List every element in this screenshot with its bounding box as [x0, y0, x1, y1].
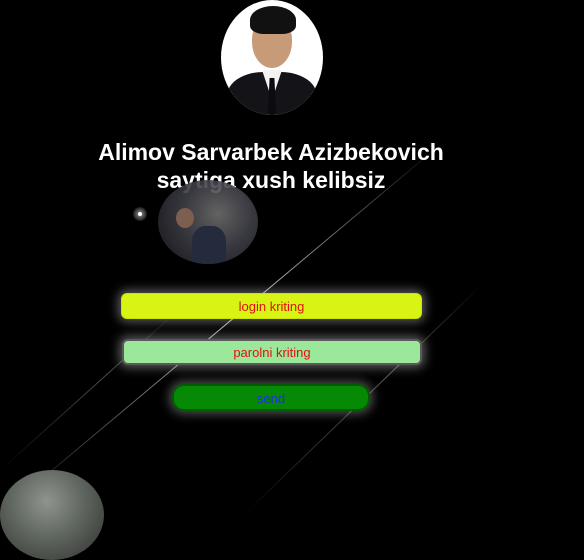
- title-line-name: Alimov Sarvarbek Azizbekovich: [98, 139, 444, 165]
- floating-photo-bubble: [0, 470, 104, 560]
- profile-photo: [221, 0, 323, 115]
- send-button[interactable]: send: [172, 384, 370, 411]
- glow-dot: [133, 207, 147, 221]
- login-input[interactable]: [121, 293, 422, 319]
- page-title: Alimov Sarvarbek Azizbekovich saytiga xu…: [60, 138, 482, 194]
- light-streak: [0, 309, 180, 471]
- password-input[interactable]: [122, 339, 422, 365]
- floating-photo-bubble: [158, 180, 258, 264]
